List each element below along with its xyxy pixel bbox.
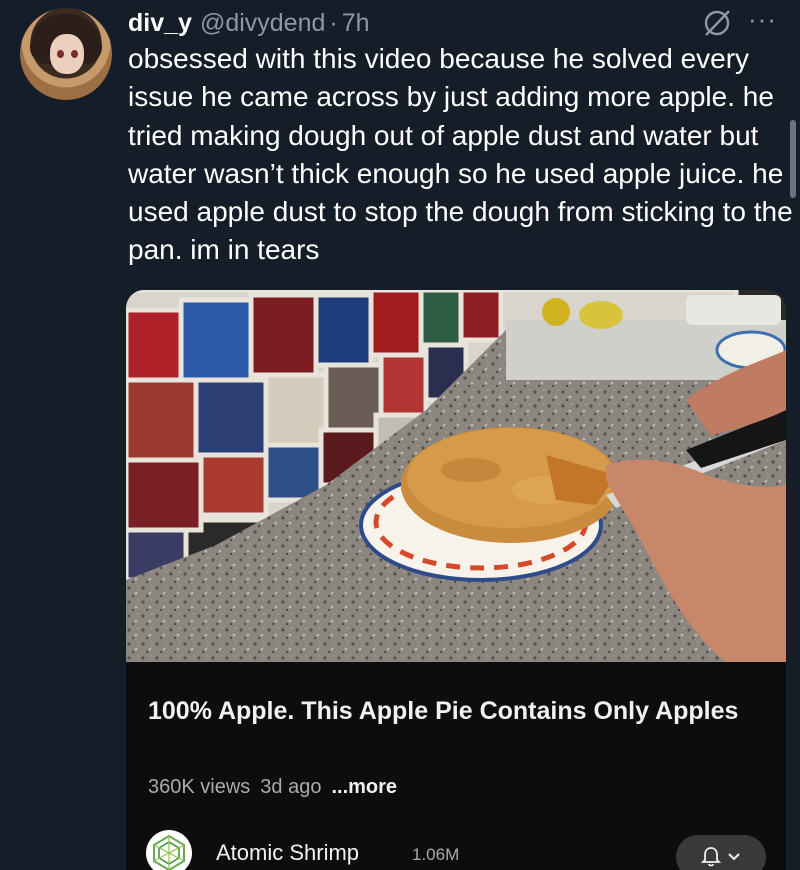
notification-bell-button[interactable] xyxy=(676,835,766,870)
tweet-text: obsessed with this video because he solv… xyxy=(128,43,793,266)
grok-icon[interactable] xyxy=(702,8,732,38)
chevron-down-icon xyxy=(728,853,740,861)
more-link[interactable]: ...more xyxy=(331,776,397,798)
view-count: 360K views xyxy=(148,776,251,798)
user-avatar[interactable] xyxy=(20,8,112,100)
timestamp[interactable]: 7h xyxy=(342,9,370,38)
avatar-eye-right xyxy=(71,50,78,58)
video-card[interactable]: 100% Apple. This Apple Pie Contains Only… xyxy=(126,290,786,870)
scrollbar[interactable] xyxy=(790,120,796,198)
more-horizontal-icon[interactable]: ··· xyxy=(748,6,777,32)
bell-icon xyxy=(701,847,721,867)
video-thumbnail[interactable] xyxy=(126,290,786,662)
video-title[interactable]: 100% Apple. This Apple Pie Contains Only… xyxy=(148,694,748,728)
display-name[interactable]: div_y xyxy=(128,9,192,38)
video-meta: 360K views 3d ago ...more xyxy=(148,776,397,799)
separator-dot: · xyxy=(329,8,338,37)
channel-avatar[interactable] xyxy=(146,830,192,870)
tweet-header: div_y @divydend · 7h xyxy=(128,6,370,40)
upload-age: 3d ago xyxy=(260,776,322,798)
subscriber-count: 1.06M xyxy=(412,845,460,864)
avatar-face xyxy=(50,34,84,74)
channel-name[interactable]: Atomic Shrimp xyxy=(216,840,359,866)
user-handle[interactable]: @divydend xyxy=(200,9,325,38)
avatar-eye-left xyxy=(57,50,64,58)
